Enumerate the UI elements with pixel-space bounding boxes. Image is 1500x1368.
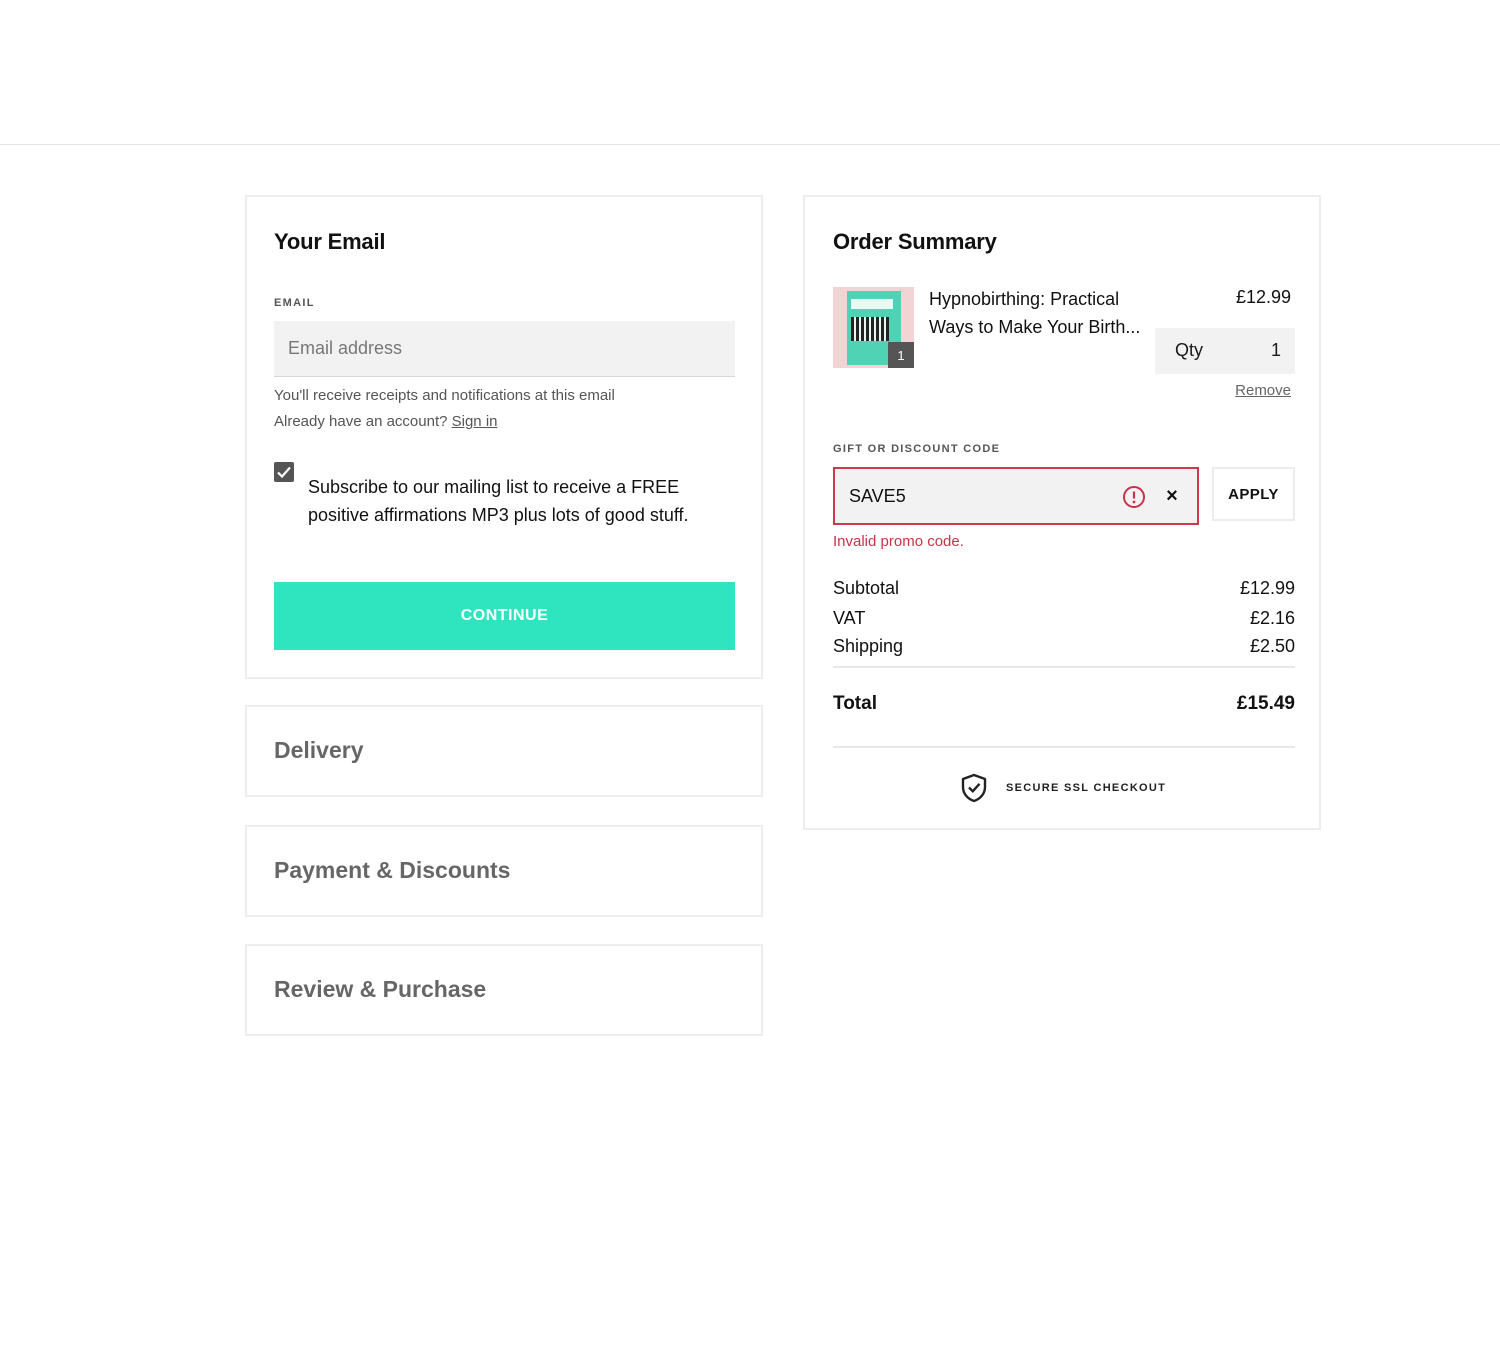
divider (833, 746, 1295, 748)
account-prompt: Already have an account? Sign in (274, 413, 498, 430)
delivery-step-title: Delivery (274, 737, 364, 763)
subscribe-checkbox[interactable] (274, 462, 294, 482)
delivery-step[interactable]: Delivery (245, 705, 763, 797)
secure-checkout-text: SECURE SSL CHECKOUT (1006, 782, 1167, 794)
order-summary-title: Order Summary (833, 229, 997, 254)
account-prompt-text: Already have an account? (274, 413, 448, 430)
review-step[interactable]: Review & Purchase (245, 944, 763, 1036)
total-amount: £15.49 (1236, 693, 1295, 714)
remove-item-link[interactable]: Remove (1235, 382, 1291, 399)
vat-row: VAT £2.16 (833, 608, 1295, 629)
email-section-title: Your Email (274, 229, 386, 254)
checkmark-icon (277, 466, 291, 479)
payment-step-title: Payment & Discounts (274, 857, 511, 883)
qty-value: 1 (1270, 340, 1281, 360)
qty-label: Qty (1175, 340, 1204, 360)
divider (833, 666, 1295, 668)
total-label: Total (833, 693, 877, 714)
subtotal-label: Subtotal (833, 578, 900, 598)
email-section: Your Email EMAIL You'll receive receipts… (245, 195, 763, 679)
apply-discount-button[interactable]: APPLY (1212, 467, 1295, 521)
top-header-bar (0, 0, 1500, 145)
subtotal-amount: £12.99 (1239, 578, 1295, 598)
vat-label: VAT (833, 608, 866, 628)
payment-step[interactable]: Payment & Discounts (245, 825, 763, 917)
email-input[interactable] (274, 321, 735, 377)
continue-button[interactable]: CONTINUE (274, 582, 735, 650)
vat-amount: £2.16 (1249, 608, 1295, 628)
sign-in-link[interactable]: Sign in (452, 413, 498, 430)
review-step-title: Review & Purchase (274, 976, 487, 1002)
error-icon (1123, 486, 1145, 508)
total-row: Total £15.49 (833, 693, 1295, 715)
email-field-label: EMAIL (274, 297, 315, 309)
shield-check-icon (961, 773, 987, 803)
discount-code-field: × (833, 467, 1199, 525)
discount-code-label: GIFT OR DISCOUNT CODE (833, 443, 1001, 455)
email-helper-text: You'll receive receipts and notification… (274, 387, 615, 404)
subtotal-row: Subtotal £12.99 (833, 578, 1295, 599)
discount-code-input[interactable] (849, 469, 1109, 523)
secure-checkout-badge: SECURE SSL CHECKOUT (960, 773, 1166, 803)
quantity-badge: 1 (888, 342, 914, 368)
shipping-label: Shipping (833, 636, 904, 656)
product-name: Hypnobirthing: Practical Ways to Make Yo… (929, 289, 1141, 337)
product-thumbnail: 1 (833, 287, 914, 368)
shipping-amount: £2.50 (1249, 636, 1295, 656)
discount-error-message: Invalid promo code. (833, 533, 964, 550)
product-price: £12.99 (1235, 287, 1291, 307)
quantity-selector[interactable]: Qty 1 (1155, 328, 1295, 374)
shipping-row: Shipping £2.50 (833, 636, 1295, 657)
order-summary: Order Summary 1 Hypnobirthing: Practical… (803, 195, 1321, 830)
clear-icon[interactable]: × (1161, 485, 1183, 507)
subscribe-label: Subscribe to our mailing list to receive… (308, 477, 689, 525)
